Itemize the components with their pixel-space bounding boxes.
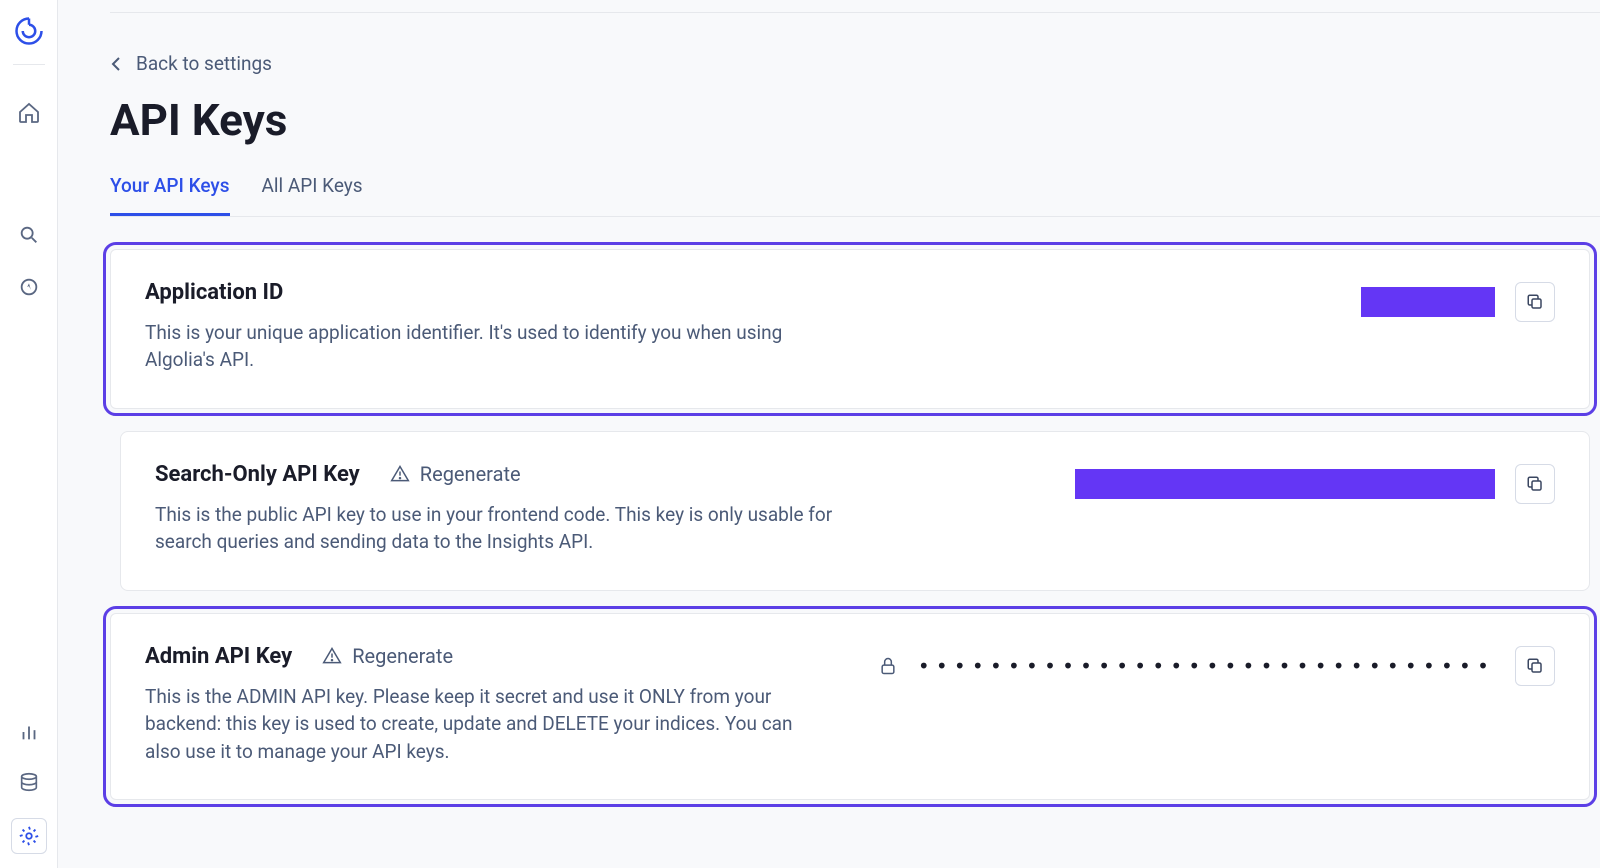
back-to-settings-link[interactable]: Back to settings	[110, 52, 272, 75]
regenerate-label: Regenerate	[420, 462, 521, 486]
page-title: API Keys	[110, 94, 1600, 146]
regenerate-button[interactable]: Regenerate	[322, 644, 453, 668]
lock-icon	[878, 655, 898, 677]
recommend-icon[interactable]	[15, 273, 43, 301]
algolia-logo[interactable]	[14, 16, 44, 46]
copy-button[interactable]	[1515, 282, 1555, 322]
card-search-only-key: Search-Only API Key Regenerate This is t…	[120, 431, 1590, 591]
analytics-icon[interactable]	[15, 718, 43, 746]
copy-icon	[1526, 657, 1544, 675]
card-description: This is your unique application identifi…	[145, 319, 825, 374]
value-redacted	[1361, 287, 1495, 317]
tab-all-api-keys[interactable]: All API Keys	[262, 174, 363, 216]
copy-button[interactable]	[1515, 464, 1555, 504]
card-title: Admin API Key	[145, 644, 292, 669]
card-description: This is the ADMIN API key. Please keep i…	[145, 683, 825, 766]
card-admin-key: Admin API Key Regenerate This is the ADM…	[110, 613, 1590, 801]
card-title: Search-Only API Key	[155, 462, 360, 487]
warning-icon	[322, 646, 342, 666]
chevron-left-icon	[110, 56, 122, 72]
database-icon[interactable]	[15, 768, 43, 796]
copy-icon	[1526, 475, 1544, 493]
card-application-id: Application ID This is your unique appli…	[110, 249, 1590, 409]
tab-your-api-keys[interactable]: Your API Keys	[110, 174, 230, 216]
sidebar-divider	[13, 64, 45, 65]
card-description: This is the public API key to use in you…	[155, 501, 835, 556]
tabs: Your API Keys All API Keys	[110, 174, 1600, 217]
settings-icon[interactable]	[11, 818, 47, 854]
sidebar	[0, 0, 58, 868]
masked-value: ••••••••••••••••••••••••••••••••	[918, 654, 1495, 678]
search-icon[interactable]	[15, 221, 43, 249]
main-content: Back to settings API Keys Your API Keys …	[58, 0, 1600, 868]
top-divider	[110, 12, 1600, 13]
regenerate-label: Regenerate	[352, 644, 453, 668]
home-icon[interactable]	[15, 99, 43, 127]
copy-icon	[1526, 293, 1544, 311]
copy-button[interactable]	[1515, 646, 1555, 686]
warning-icon	[390, 464, 410, 484]
card-title: Application ID	[145, 280, 283, 305]
back-label: Back to settings	[136, 52, 272, 75]
value-redacted	[1075, 469, 1495, 499]
api-key-cards: Application ID This is your unique appli…	[110, 249, 1600, 801]
regenerate-button[interactable]: Regenerate	[390, 462, 521, 486]
